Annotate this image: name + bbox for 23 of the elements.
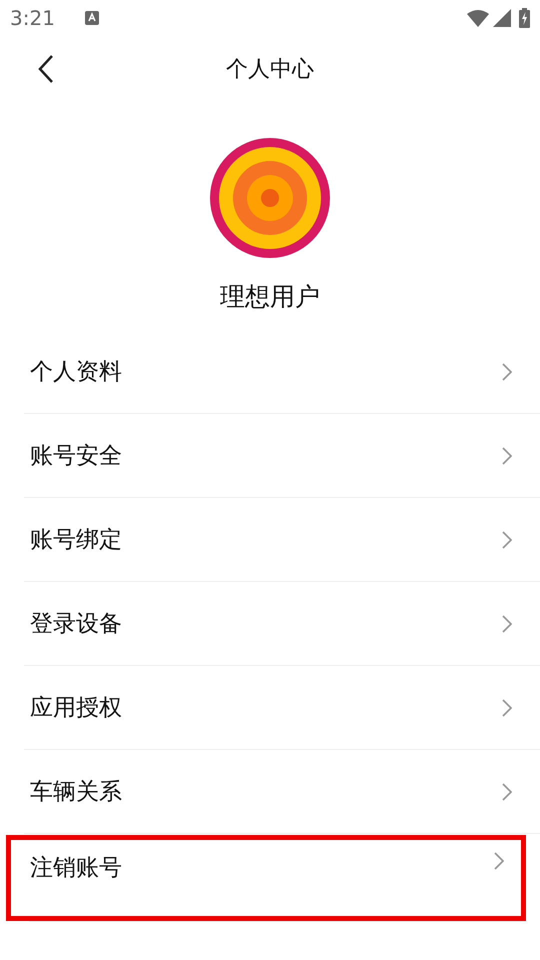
- chevron-icon: [502, 698, 512, 716]
- chevron-icon: [502, 530, 512, 548]
- menu-item[interactable]: 账号绑定: [0, 498, 540, 582]
- back-button[interactable]: [36, 54, 56, 84]
- user-name: 理想用户: [220, 281, 320, 313]
- avatar-icon[interactable]: [210, 138, 330, 258]
- battery-icon: [519, 8, 530, 28]
- keyboard-icon: [84, 11, 99, 25]
- menu-item[interactable]: 车辆关系: [0, 750, 540, 834]
- menu-item[interactable]: 个人资料: [0, 330, 540, 414]
- chevron-icon: [502, 614, 512, 632]
- menu-item[interactable]: 注销账号: [5, 834, 527, 922]
- page-title: 个人中心: [226, 56, 314, 84]
- chevron-icon: [502, 362, 512, 380]
- chevron-icon: [502, 446, 512, 464]
- menu-item[interactable]: 应用授权: [0, 666, 540, 750]
- wifi-icon: [467, 10, 489, 26]
- menu-item[interactable]: 账号安全: [0, 414, 540, 498]
- chevron-icon: [494, 852, 504, 870]
- status-time: 3:21: [10, 6, 55, 30]
- signal-icon: [493, 9, 511, 27]
- menu-item[interactable]: 登录设备: [0, 582, 540, 666]
- chevron-icon: [502, 782, 512, 800]
